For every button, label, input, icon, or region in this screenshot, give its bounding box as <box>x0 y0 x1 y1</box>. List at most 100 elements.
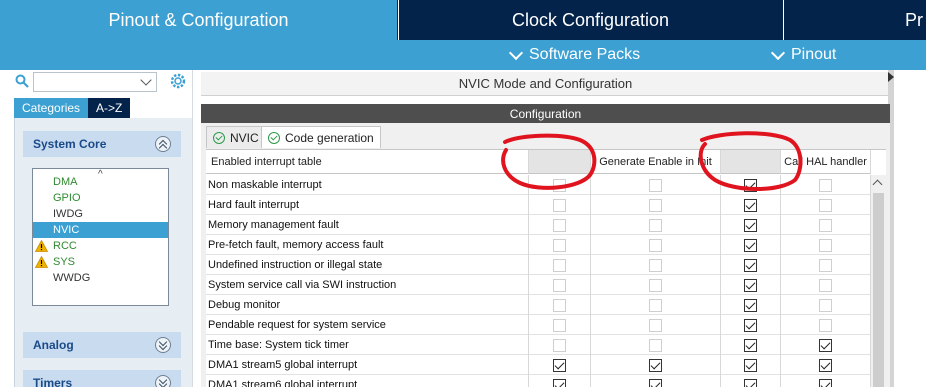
tab-code-generation[interactable]: Code generation <box>261 126 381 148</box>
section-analog[interactable]: Analog <box>23 332 181 358</box>
column-header[interactable]: Call HAL handler <box>781 150 871 174</box>
checkbox-checked[interactable] <box>744 318 757 332</box>
table-cell <box>721 295 781 315</box>
list-item-iwdg[interactable]: IWDG <box>33 206 168 222</box>
list-item-gpio[interactable]: GPIO <box>33 190 168 206</box>
tab-clock-configuration[interactable]: Clock Configuration <box>398 0 782 40</box>
peripheral-label: SYS <box>53 256 76 268</box>
checkbox-checked[interactable] <box>649 378 662 387</box>
table-scrollbar[interactable] <box>871 175 886 387</box>
checkbox-disabled <box>819 318 832 332</box>
pinout-menu[interactable]: Pinout <box>770 40 837 70</box>
checkbox-checked[interactable] <box>819 378 832 387</box>
scrollbar-thumb[interactable] <box>873 193 884 387</box>
tab-a-z[interactable]: A->Z <box>88 98 131 118</box>
list-item-sys[interactable]: SYS <box>33 254 168 270</box>
mode-header: NVIC Mode and Configuration <box>201 72 890 96</box>
checkbox-disabled <box>553 318 566 332</box>
tab-pinout-configuration[interactable]: Pinout & Configuration <box>0 0 397 40</box>
checkbox-checked[interactable] <box>744 358 757 372</box>
column-header[interactable]: Generate Enable in Init <box>591 150 721 174</box>
table-row: Memory management fault <box>206 215 871 235</box>
checkbox-checked[interactable] <box>744 338 757 352</box>
table-cell <box>529 195 591 215</box>
checkbox-checked[interactable] <box>744 278 757 292</box>
chevron-down-icon[interactable] <box>140 74 152 86</box>
peripheral-label: NVIC <box>53 224 80 236</box>
column-header[interactable] <box>721 150 781 174</box>
table-cell <box>781 275 871 295</box>
checkbox-checked[interactable] <box>744 238 757 252</box>
checkbox-disabled <box>819 258 832 272</box>
table-row: Non maskable interrupt <box>206 175 871 195</box>
column-header[interactable] <box>529 150 591 174</box>
checkbox-checked[interactable] <box>744 178 757 192</box>
peripheral-label: DMA <box>53 176 78 188</box>
checkbox-disabled <box>649 198 662 212</box>
table-cell <box>781 315 871 335</box>
main-content: NVIC Mode and Configuration Configuratio… <box>197 70 926 387</box>
list-item-nvic[interactable]: NVIC <box>33 222 168 238</box>
collapse-icon[interactable] <box>155 136 171 153</box>
expand-icon[interactable] <box>155 337 171 353</box>
checkbox-checked[interactable] <box>744 378 757 387</box>
checkbox-disabled <box>649 258 662 272</box>
interrupt-name: Undefined instruction or illegal state <box>206 255 529 275</box>
software-packs-menu[interactable]: Software Packs <box>508 40 640 70</box>
tab-label: Code generation <box>285 130 374 145</box>
tab-nvic[interactable]: NVIC <box>206 126 266 148</box>
checkbox-checked[interactable] <box>553 358 566 372</box>
table-cell <box>721 375 781 387</box>
peripheral-label: IWDG <box>53 208 83 220</box>
checkbox-checked[interactable] <box>744 298 757 312</box>
checkbox-checked[interactable] <box>744 198 757 212</box>
collapse-arrow-icon[interactable] <box>888 72 894 82</box>
gear-icon[interactable] <box>169 72 187 90</box>
checkbox-disabled <box>553 218 566 232</box>
table-cell <box>591 275 721 295</box>
checkbox-checked[interactable] <box>553 378 566 387</box>
table-cell <box>721 195 781 215</box>
list-item-wwdg[interactable]: WWDG <box>33 270 168 286</box>
search-icon[interactable] <box>15 74 29 88</box>
table-cell <box>529 255 591 275</box>
expand-icon[interactable] <box>155 375 171 387</box>
category-view-tabs: Categories A->Z <box>14 98 131 118</box>
scroll-up-icon[interactable] <box>872 179 883 190</box>
column-header[interactable]: Enabled interrupt table <box>206 150 529 174</box>
checkbox-disabled <box>819 298 832 312</box>
table-cell <box>721 275 781 295</box>
table-row: Pendable request for system service <box>206 315 871 335</box>
list-item-rcc[interactable]: RCC <box>33 238 168 254</box>
checkbox-checked[interactable] <box>744 258 757 272</box>
tab-project-manager[interactable]: Pr <box>783 0 926 40</box>
checkbox-checked[interactable] <box>819 358 832 372</box>
checkbox-checked[interactable] <box>649 358 662 372</box>
checkbox-disabled <box>819 218 832 232</box>
list-item-dma[interactable]: DMA <box>33 174 168 190</box>
table-cell <box>781 295 871 315</box>
checkbox-disabled <box>553 298 566 312</box>
table-cell <box>721 235 781 255</box>
section-system-core[interactable]: System Core <box>23 131 181 157</box>
table-cell <box>781 195 871 215</box>
configuration-panel: Configuration NVIC Code generation Enabl… <box>201 104 890 387</box>
search-combobox[interactable] <box>33 72 157 92</box>
table-cell <box>721 255 781 275</box>
table-cell <box>721 315 781 335</box>
checkbox-disabled <box>649 178 662 192</box>
checkbox-checked[interactable] <box>819 338 832 352</box>
interrupt-name: Memory management fault <box>206 215 529 235</box>
table-cell <box>591 255 721 275</box>
checkbox-disabled <box>649 318 662 332</box>
tab-categories[interactable]: Categories <box>14 98 89 118</box>
pinout-label: Pinout <box>791 46 837 63</box>
section-timers[interactable]: Timers <box>23 370 181 387</box>
table-cell <box>529 235 591 255</box>
table-cell <box>781 335 871 355</box>
table-cell <box>591 175 721 195</box>
table-cell <box>721 355 781 375</box>
checkbox-checked[interactable] <box>744 218 757 232</box>
interrupt-table: Enabled interrupt table Generate Enable … <box>206 149 886 387</box>
table-row: System service call via SWI instruction <box>206 275 871 295</box>
